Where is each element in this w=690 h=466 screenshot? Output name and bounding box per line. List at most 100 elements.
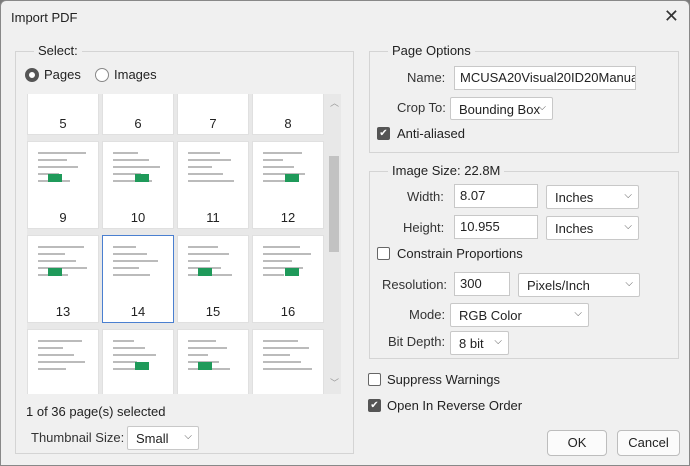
reverse-order-checkbox[interactable]: ✔ <box>368 399 381 412</box>
width-unit-select[interactable]: Inches ⌵ <box>546 185 639 209</box>
page-thumbnail[interactable]: 5 <box>27 94 99 135</box>
thumbnail-graphic <box>285 174 299 182</box>
height-unit-value: Inches <box>555 221 594 236</box>
page-thumbnail[interactable] <box>27 329 99 394</box>
thumbnail-text-line <box>263 246 300 248</box>
crop-to-label: Crop To: <box>397 100 446 115</box>
thumbnail-text-line <box>113 246 136 248</box>
chevron-down-icon: ⌵ <box>625 278 633 289</box>
crop-to-value: Bounding Box <box>459 102 540 117</box>
thumbnail-grid: 5 6 7 8 9 10 11 12 13 14 15 16 <box>27 94 327 394</box>
thumbnail-text-line <box>113 340 134 342</box>
thumbnail-text-line <box>263 253 311 255</box>
selection-status: 1 of 36 page(s) selected <box>26 404 166 419</box>
images-radio[interactable] <box>95 68 109 82</box>
name-label: Name: <box>407 70 446 85</box>
thumbnail-graphic <box>135 362 149 370</box>
thumbnail-text-line <box>188 354 208 356</box>
page-options-legend: Page Options <box>388 43 475 58</box>
page-number: 10 <box>130 210 146 225</box>
width-label: Width: <box>407 189 444 204</box>
page-thumbnail[interactable]: 13 <box>27 235 99 323</box>
page-thumbnail[interactable] <box>177 329 249 394</box>
thumbnail-size-label: Thumbnail Size: <box>31 430 125 445</box>
page-thumbnail[interactable]: 10 <box>102 141 174 229</box>
thumbnail-text-line <box>38 340 82 342</box>
thumbnail-text-line <box>263 347 309 349</box>
thumbnail-text-line <box>263 152 302 154</box>
thumbnail-text-line <box>38 152 86 154</box>
scroll-up-icon[interactable]: ︿ <box>330 96 339 109</box>
thumbnail-text-line <box>188 173 223 175</box>
thumbnail-text-line <box>263 340 298 342</box>
page-thumbnail[interactable]: 11 <box>177 141 249 229</box>
image-size-legend: Image Size: 22.8M <box>388 163 505 178</box>
thumbnail-text-line <box>263 274 284 276</box>
page-thumbnail[interactable]: 9 <box>27 141 99 229</box>
scrollbar-thumb[interactable] <box>329 156 339 252</box>
page-thumbnail[interactable]: 12 <box>252 141 324 229</box>
page-number: 8 <box>284 116 292 131</box>
page-number: 6 <box>134 116 142 131</box>
chevron-down-icon: ⌵ <box>184 431 192 442</box>
thumbnail-text-line <box>113 354 156 356</box>
reverse-order-label[interactable]: Open In Reverse Order <box>387 398 522 413</box>
thumbnail-size-select[interactable]: Small ⌵ <box>127 426 199 450</box>
thumbnail-text-line <box>188 260 210 262</box>
images-radio-label[interactable]: Images <box>114 67 157 82</box>
chevron-down-icon: ⌵ <box>538 102 546 113</box>
thumbnail-graphic <box>198 362 212 370</box>
close-icon[interactable]: ✕ <box>664 6 679 27</box>
height-field[interactable]: 10.955 <box>454 215 538 239</box>
page-thumbnail[interactable]: 8 <box>252 94 324 135</box>
thumbnail-text-line <box>263 180 286 182</box>
page-number: 5 <box>59 116 67 131</box>
constrain-label[interactable]: Constrain Proportions <box>397 246 523 261</box>
cancel-button[interactable]: Cancel <box>617 430 680 456</box>
constrain-checkbox[interactable] <box>377 247 390 260</box>
anti-aliased-checkbox[interactable]: ✔ <box>377 127 390 140</box>
pages-radio[interactable] <box>25 68 39 82</box>
resolution-unit-select[interactable]: Pixels/Inch ⌵ <box>518 273 640 297</box>
anti-aliased-label[interactable]: Anti-aliased <box>397 126 465 141</box>
page-thumbnail[interactable] <box>102 329 174 394</box>
width-field[interactable]: 8.07 <box>454 184 538 208</box>
thumbnail-scrollbar[interactable]: ︿ ﹀ <box>327 94 341 394</box>
resolution-field[interactable]: 300 <box>454 272 510 296</box>
ok-button[interactable]: OK <box>547 430 607 456</box>
mode-select[interactable]: RGB Color ⌵ <box>450 303 589 327</box>
crop-to-select[interactable]: Bounding Box ⌵ <box>450 97 553 120</box>
suppress-warnings-label[interactable]: Suppress Warnings <box>387 372 500 387</box>
thumbnail-text-line <box>263 368 312 370</box>
thumbnail-text-line <box>38 354 74 356</box>
thumbnail-text-line <box>113 253 147 255</box>
thumbnail-text-line <box>113 260 158 262</box>
page-number: 14 <box>130 304 146 319</box>
page-thumbnail[interactable]: 16 <box>252 235 324 323</box>
chevron-down-icon: ⌵ <box>624 190 632 201</box>
mode-value: RGB Color <box>459 308 522 323</box>
thumbnail-text-line <box>263 166 294 168</box>
page-thumbnail[interactable]: 14 <box>102 235 174 323</box>
bit-depth-select[interactable]: 8 bit ⌵ <box>450 331 509 355</box>
page-number: 7 <box>209 116 217 131</box>
bit-depth-label: Bit Depth: <box>388 334 446 349</box>
scroll-down-icon[interactable]: ﹀ <box>330 376 339 389</box>
page-number: 9 <box>59 210 67 225</box>
page-thumbnail[interactable]: 7 <box>177 94 249 135</box>
thumbnail-text-line <box>113 152 138 154</box>
dialog-title: Import PDF <box>11 10 78 25</box>
page-thumbnail[interactable]: 6 <box>102 94 174 135</box>
thumbnail-text-line <box>188 166 212 168</box>
chevron-down-icon: ⌵ <box>574 308 582 319</box>
thumbnail-graphic <box>48 268 62 276</box>
page-thumbnail[interactable]: 15 <box>177 235 249 323</box>
height-unit-select[interactable]: Inches ⌵ <box>546 216 639 240</box>
suppress-warnings-checkbox[interactable] <box>368 373 381 386</box>
thumbnail-text-line <box>188 253 229 255</box>
thumbnail-text-line <box>38 260 76 262</box>
name-field[interactable]: MCUSA20Visual20ID20Manual-1. <box>454 66 636 90</box>
page-thumbnail[interactable] <box>252 329 324 394</box>
thumbnail-graphic <box>135 174 149 182</box>
pages-radio-label[interactable]: Pages <box>44 67 81 82</box>
